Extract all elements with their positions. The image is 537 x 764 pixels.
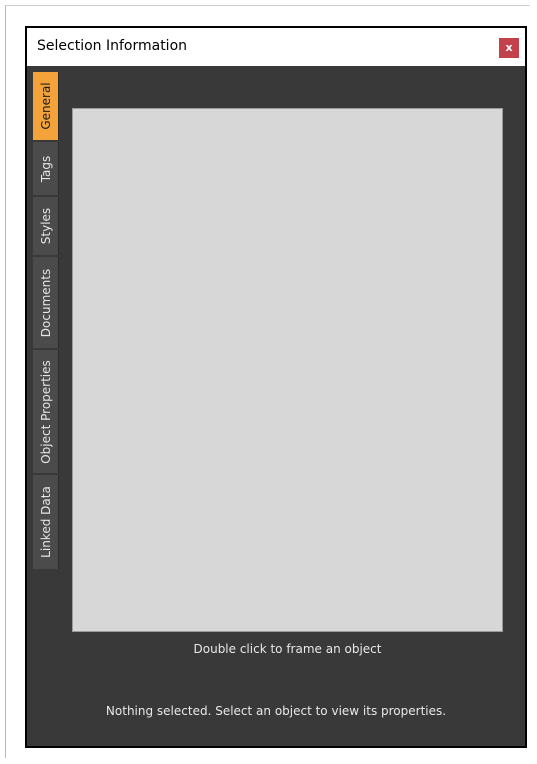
window-title: Selection Information [37, 38, 188, 54]
tab-object-properties-label: Object Properties [38, 359, 53, 464]
tab-tags[interactable]: Tags [33, 142, 59, 195]
tab-tags-label: Tags [38, 155, 53, 182]
tab-object-properties[interactable]: Object Properties [33, 350, 59, 473]
close-icon: x [505, 41, 513, 54]
tab-styles-label: Styles [38, 207, 53, 245]
selection-information-window: Selection Information x General Tags Sty… [25, 26, 527, 748]
tab-linked-data-label: Linked Data [38, 486, 53, 558]
close-button[interactable]: x [499, 38, 519, 58]
tab-styles[interactable]: Styles [33, 197, 59, 255]
object-preview-area[interactable] [72, 108, 503, 632]
panel-content: General Tags Styles Documents Object Pro… [27, 66, 525, 746]
title-bar: Selection Information x [27, 28, 525, 66]
tab-documents[interactable]: Documents [33, 257, 59, 348]
status-message: Nothing selected. Select an object to vi… [105, 704, 447, 718]
tab-general-label: General [38, 82, 53, 130]
tab-linked-data[interactable]: Linked Data [33, 475, 59, 569]
tab-general[interactable]: General [33, 72, 59, 140]
frame-hint-text: Double click to frame an object [193, 642, 382, 656]
tab-documents-label: Documents [38, 268, 53, 337]
